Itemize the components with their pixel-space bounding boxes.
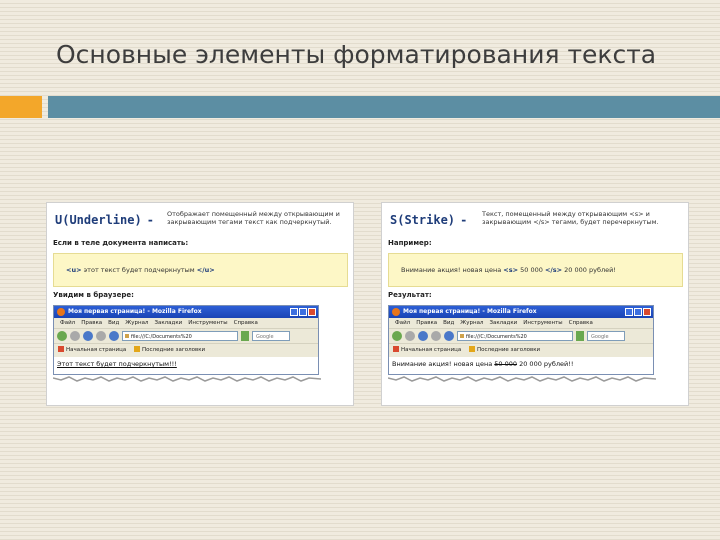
example-struck-value: 50 000 [520, 266, 543, 274]
example-text: этот текст будет подчеркнутым [83, 266, 195, 274]
maximize-icon[interactable] [634, 308, 642, 316]
bookmark-recent[interactable]: Последние заголовки [477, 347, 540, 353]
home-icon[interactable] [444, 331, 454, 341]
forward-arrow-icon[interactable] [405, 331, 415, 341]
window-controls [290, 308, 316, 316]
example-label: Если в теле документа написать: [53, 239, 189, 247]
firefox-icon [57, 308, 65, 316]
reload-icon[interactable] [83, 331, 93, 341]
menu-item-view[interactable]: Вид [108, 320, 119, 328]
strike-panel: S(Strike) - Текст, помещенный между откр… [381, 202, 689, 406]
window-controls [625, 308, 651, 316]
url-field[interactable]: file:///C:/Documents%20 [122, 331, 238, 341]
menu-item-file[interactable]: Файл [395, 320, 410, 328]
panel-header: S(Strike) - Текст, помещенный между откр… [390, 209, 682, 231]
code-close-tag: </u> [196, 266, 215, 274]
browser-window: Моя первая страница! - Mozilla Firefox Ф… [53, 305, 319, 375]
example-text-post: 20 000 рублей! [564, 266, 616, 274]
back-arrow-icon[interactable] [392, 331, 402, 341]
menu-item-history[interactable]: Журнал [460, 320, 483, 328]
result-label: Увидим в браузере: [53, 291, 134, 299]
forward-arrow-icon[interactable] [70, 331, 80, 341]
close-icon[interactable] [308, 308, 316, 316]
browser-title: Моя первая страница! - Mozilla Firefox [403, 308, 537, 315]
bookmark-icon [393, 346, 399, 352]
browser-window: Моя первая страница! - Mozilla Firefox Ф… [388, 305, 654, 375]
menu-item-help[interactable]: Справка [569, 320, 593, 328]
browser-page: Внимание акция! новая цена 50 000 20 000… [389, 357, 653, 374]
browser-title-bar: Моя первая страница! - Mozilla Firefox [54, 306, 318, 318]
browser-menu-bar: Файл Правка Вид Журнал Закладки Инструме… [389, 318, 653, 328]
minimize-icon[interactable] [625, 308, 633, 316]
feed-icon [469, 346, 476, 352]
browser-title: Моя первая страница! - Mozilla Firefox [68, 308, 202, 315]
menu-item-help[interactable]: Справка [234, 320, 258, 328]
code-example: Внимание акция! новая цена <s> 50 000 </… [388, 253, 683, 287]
stop-icon[interactable] [96, 331, 106, 341]
menu-item-edit[interactable]: Правка [81, 320, 102, 328]
menu-item-bookmarks[interactable]: Закладки [489, 320, 517, 328]
code-close-tag: </s> [544, 266, 563, 274]
bookmark-home[interactable]: Начальная страница [401, 347, 461, 353]
bookmarks-bar: Начальная страница Последние заголовки [54, 344, 318, 355]
example-text-pre: Внимание акция! новая цена [401, 266, 502, 274]
panel-title: S(Strike) [390, 213, 456, 227]
panel-title-dash: - [460, 213, 468, 227]
go-icon[interactable] [576, 331, 584, 341]
browser-title-bar: Моя первая страница! - Mozilla Firefox [389, 306, 653, 318]
accent-bar [0, 96, 42, 118]
panel-header: U(Underline) - Отображает помещенный меж… [55, 209, 347, 231]
reload-icon[interactable] [418, 331, 428, 341]
panel-title: U(Underline) [55, 213, 142, 227]
menu-item-view[interactable]: Вид [443, 320, 454, 328]
firefox-icon [392, 308, 400, 316]
browser-nav-bar: file:///C:/Documents%20 Google [389, 328, 653, 344]
code-example: <u> этот текст будет подчеркнутым </u> [53, 253, 348, 287]
go-icon[interactable] [241, 331, 249, 341]
bookmark-home[interactable]: Начальная страница [66, 347, 126, 353]
maximize-icon[interactable] [299, 308, 307, 316]
code-open-tag: <s> [503, 266, 519, 274]
menu-item-history[interactable]: Журнал [125, 320, 148, 328]
example-label: Например: [388, 239, 432, 247]
title-underline-bar [48, 96, 720, 118]
struck-text: 50 000 [494, 360, 518, 368]
menu-item-edit[interactable]: Правка [416, 320, 437, 328]
bookmarks-bar: Начальная страница Последние заголовки [389, 344, 653, 355]
search-field[interactable]: Google [252, 331, 290, 341]
menu-item-tools[interactable]: Инструменты [188, 320, 227, 328]
result-label: Результат: [388, 291, 432, 299]
torn-edge [53, 376, 321, 382]
url-field[interactable]: file:///C:/Documents%20 [457, 331, 573, 341]
stop-icon[interactable] [431, 331, 441, 341]
minimize-icon[interactable] [290, 308, 298, 316]
browser-menu-bar: Файл Правка Вид Журнал Закладки Инструме… [54, 318, 318, 328]
underline-panel: U(Underline) - Отображает помещенный меж… [46, 202, 354, 406]
bookmark-recent[interactable]: Последние заголовки [142, 347, 205, 353]
menu-item-tools[interactable]: Инструменты [523, 320, 562, 328]
home-icon[interactable] [109, 331, 119, 341]
page-text-post: 20 000 рублей!! [519, 360, 574, 368]
panel-description: Текст, помещенный между открывающим <s> … [482, 210, 659, 226]
menu-item-file[interactable]: Файл [60, 320, 75, 328]
page-text-pre: Внимание акция! новая цена [392, 360, 493, 368]
panel-description: Отображает помещенный между открывающим … [167, 210, 340, 226]
panel-title-dash: - [146, 213, 155, 227]
feed-icon [134, 346, 141, 352]
browser-nav-bar: file:///C:/Documents%20 Google [54, 328, 318, 344]
close-icon[interactable] [643, 308, 651, 316]
menu-item-bookmarks[interactable]: Закладки [154, 320, 182, 328]
underlined-text: Этот текст будет подчеркнутым!!! [57, 360, 177, 368]
bookmark-icon [58, 346, 64, 352]
browser-page: Этот текст будет подчеркнутым!!! [54, 357, 318, 374]
code-open-tag: <u> [66, 266, 82, 274]
search-field[interactable]: Google [587, 331, 625, 341]
back-arrow-icon[interactable] [57, 331, 67, 341]
slide-title: Основные элементы форматирования текста [56, 40, 657, 69]
torn-edge [388, 376, 656, 382]
